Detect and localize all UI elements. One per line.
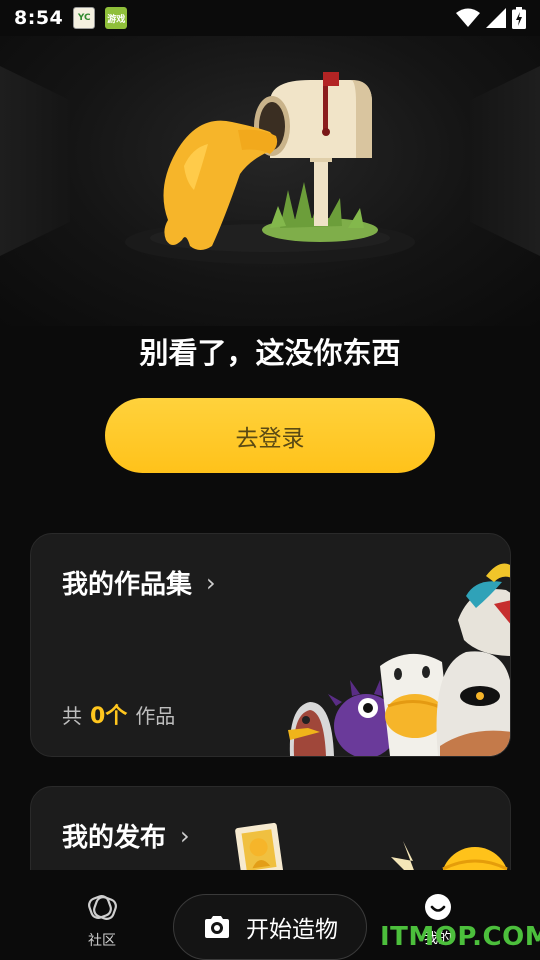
status-indicators (456, 7, 526, 29)
hero-wall-left (0, 66, 70, 256)
my-works-header[interactable]: 我的作品集 › (62, 564, 216, 601)
mailbox-illustration (125, 72, 415, 264)
battery-icon (512, 7, 526, 29)
profile-face-icon (425, 894, 451, 920)
chevron-right-icon: › (180, 821, 190, 850)
wifi-icon (456, 8, 480, 27)
works-count-suffix: 作品 (135, 704, 176, 728)
status-time: 8:54 (14, 7, 64, 29)
empty-state-title: 别看了，这没你东西 (139, 336, 401, 370)
start-create-label: 开始造物 (246, 917, 338, 943)
hero-section (0, 36, 540, 326)
my-works-title: 我的作品集 (62, 570, 193, 600)
works-count-value: 0个 (90, 704, 128, 729)
toy-characters-illustration (288, 563, 510, 756)
login-button[interactable]: 去登录 (105, 398, 435, 473)
game-notification-icon: 游戏 (105, 7, 128, 29)
watermark: ITMOP.COM (380, 922, 540, 952)
status-bar: 8:54 YC 游戏 (0, 0, 540, 36)
my-posts-title: 我的发布 (62, 823, 167, 853)
start-create-button[interactable]: 开始造物 (173, 894, 367, 960)
signal-icon (486, 8, 506, 28)
chevron-right-icon: › (206, 568, 216, 597)
camera-icon (205, 916, 229, 938)
app-notification-icon: YC (73, 7, 96, 29)
my-posts-header[interactable]: 我的发布 › (62, 817, 190, 854)
community-icon (88, 895, 117, 920)
hero-wall-right (470, 66, 540, 256)
works-count-prefix: 共 (62, 704, 82, 728)
nav-community-label: 社区 (88, 933, 116, 949)
my-works-card[interactable]: 我的作品集 › 共 0个 作品 (30, 533, 511, 757)
nav-community[interactable]: 社区 (72, 892, 132, 950)
works-count: 共 0个 作品 (62, 698, 175, 730)
